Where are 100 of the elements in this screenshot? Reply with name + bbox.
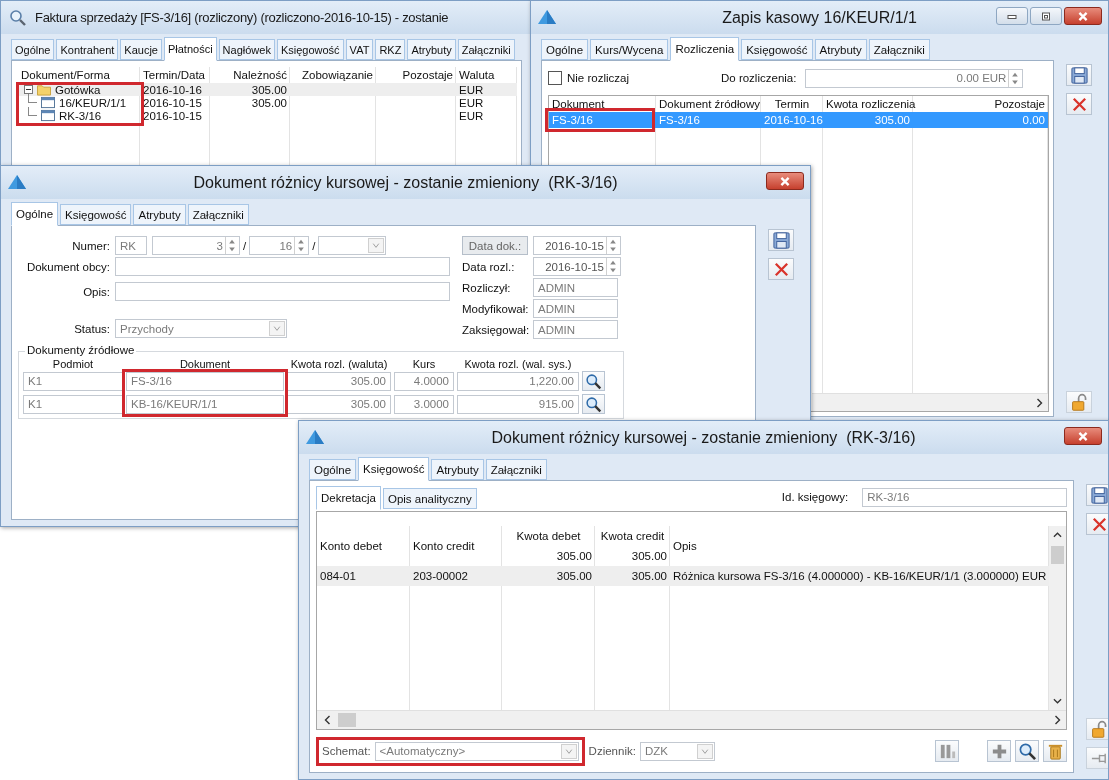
tab[interactable]: Atrybuty	[133, 204, 186, 225]
tab[interactable]: VAT	[345, 39, 374, 60]
input-field[interactable]	[115, 282, 450, 301]
checkbox[interactable]	[548, 71, 562, 85]
lock-button[interactable]	[1066, 391, 1092, 413]
input-field[interactable]: ADMIN	[533, 320, 618, 339]
column-header: Kurs	[411, 357, 437, 370]
field-label: Modyfikował:	[462, 302, 528, 315]
table-cell: 2016-10-15	[143, 109, 202, 122]
scroll-right-icon[interactable]	[1035, 397, 1044, 408]
tab[interactable]: Rozliczenia	[670, 37, 740, 61]
date-field[interactable]: 2016-10-15	[533, 257, 621, 276]
delete-button[interactable]	[1066, 93, 1092, 115]
scroll-down-icon[interactable]	[1053, 696, 1063, 706]
tree-line	[28, 94, 37, 103]
input-field[interactable]: ADMIN	[533, 299, 618, 318]
amount-field[interactable]: 0.00 EUR	[805, 68, 1024, 88]
delete-button[interactable]	[1086, 513, 1108, 535]
lock-icon	[1069, 392, 1089, 412]
save-button[interactable]	[1066, 64, 1092, 86]
table-cell: KB-16/KEUR/1/1	[126, 394, 284, 414]
tree-item-label[interactable]: Gotówka	[55, 83, 101, 96]
series-field[interactable]: RK	[115, 236, 147, 255]
horizontal-scrollbar[interactable]	[812, 393, 1048, 411]
column-header: Waluta	[458, 69, 496, 81]
tab[interactable]: Księgowość	[276, 39, 344, 60]
tab[interactable]: Księgowość	[60, 204, 132, 225]
tab[interactable]: Opis analityczny	[382, 488, 477, 509]
tab[interactable]: Kontrahent	[56, 39, 119, 60]
maximize-button[interactable]	[1030, 7, 1062, 25]
tab[interactable]: Kaucje	[120, 39, 162, 60]
tree-item-label[interactable]: 16/KEUR/1/1	[59, 96, 127, 109]
tab[interactable]: Ogólne	[11, 202, 59, 226]
close-button[interactable]	[766, 172, 804, 190]
input-field[interactable]	[115, 257, 450, 276]
scroll-left-icon[interactable]	[323, 715, 332, 725]
tab[interactable]: Ogólne	[309, 459, 357, 480]
tab[interactable]: Atrybuty	[407, 39, 456, 60]
spinner-icon[interactable]	[606, 237, 619, 254]
columns-button[interactable]	[935, 740, 960, 762]
tab[interactable]: Ogólne	[11, 39, 55, 60]
column-total: 305.00	[631, 550, 667, 562]
pin-button[interactable]	[1086, 747, 1108, 769]
spinner-icon[interactable]	[225, 237, 238, 254]
tab[interactable]: Załączniki	[485, 459, 547, 480]
dropdown[interactable]: DZK	[639, 741, 715, 761]
table-row[interactable]: 084-01 203-00002 305.00 305.00 Różnica kursowa FS-3/16 (4.000000) - KB-16/KEUR/1/1 (3.000000) EUR	[317, 566, 1050, 586]
scroll-thumb[interactable]	[1051, 546, 1065, 564]
tab[interactable]: Dekretacja	[316, 486, 381, 510]
triangle-icon	[7, 174, 27, 190]
field-label: Id. księgowy:	[781, 491, 849, 503]
lock-button[interactable]	[1086, 718, 1108, 740]
search-button[interactable]	[582, 371, 605, 391]
lock-icon	[1089, 719, 1108, 739]
close-button[interactable]	[1064, 427, 1102, 445]
tab[interactable]: Ogólne	[541, 39, 589, 60]
date-field[interactable]: 2016-10-15	[533, 236, 621, 255]
scroll-up-icon[interactable]	[1053, 530, 1063, 540]
input-field[interactable]: RK-3/16	[862, 487, 1068, 507]
tab[interactable]: Nagłówek	[218, 39, 275, 60]
input-field[interactable]: ADMIN	[533, 278, 618, 297]
tab[interactable]: Księgowość	[741, 39, 813, 60]
search-button[interactable]	[1015, 740, 1040, 762]
tab[interactable]: Załączniki	[457, 39, 515, 60]
vertical-scrollbar[interactable]	[1049, 526, 1067, 710]
tab[interactable]: Załączniki	[187, 204, 249, 225]
close-button[interactable]	[1064, 7, 1102, 25]
save-button[interactable]	[1086, 484, 1108, 506]
table-cell: K1	[23, 394, 123, 414]
tab[interactable]: Atrybuty	[431, 459, 484, 480]
separator: /	[243, 239, 247, 252]
tab[interactable]: Załączniki	[868, 39, 930, 60]
horizontal-scrollbar[interactable]	[317, 710, 1067, 729]
dropdown[interactable]: <Automatyczny>	[374, 741, 579, 761]
collapse-icon[interactable]	[24, 85, 33, 94]
search-button[interactable]	[582, 394, 605, 414]
number-field[interactable]: 3	[152, 236, 240, 255]
table-cell: 2016-10-16	[143, 83, 202, 96]
tab[interactable]: RKZ	[375, 39, 406, 60]
window-title: Dokument różnicy kursowej - zostanie zmieniony (RK-3/16)	[491, 428, 916, 447]
tab[interactable]: Atrybuty	[814, 39, 867, 60]
save-button[interactable]	[768, 229, 794, 251]
magnifier-icon	[9, 8, 27, 27]
delete-button[interactable]	[768, 258, 794, 280]
tab[interactable]: Kurs/Wycena	[590, 39, 669, 60]
field-label: Schemat:	[322, 745, 371, 757]
spinner-icon[interactable]	[606, 258, 619, 275]
column-header: Opis	[673, 540, 698, 552]
tab[interactable]: Płatności	[163, 37, 217, 61]
table-cell-text: 305.00	[630, 570, 668, 582]
dropdown[interactable]: Przychody	[115, 319, 287, 338]
minimize-button[interactable]	[996, 7, 1028, 25]
table-cell-text: FS-3/16	[658, 114, 701, 126]
tree-item-label[interactable]: RK-3/16	[59, 109, 102, 122]
year-field[interactable]: 16	[249, 236, 310, 255]
tab[interactable]: Księgowość	[358, 457, 430, 481]
scroll-thumb[interactable]	[338, 713, 356, 727]
table-cell: 1,220.00	[457, 371, 579, 391]
date-button[interactable]: Data dok.:	[462, 236, 528, 255]
scroll-right-icon[interactable]	[1053, 715, 1063, 725]
